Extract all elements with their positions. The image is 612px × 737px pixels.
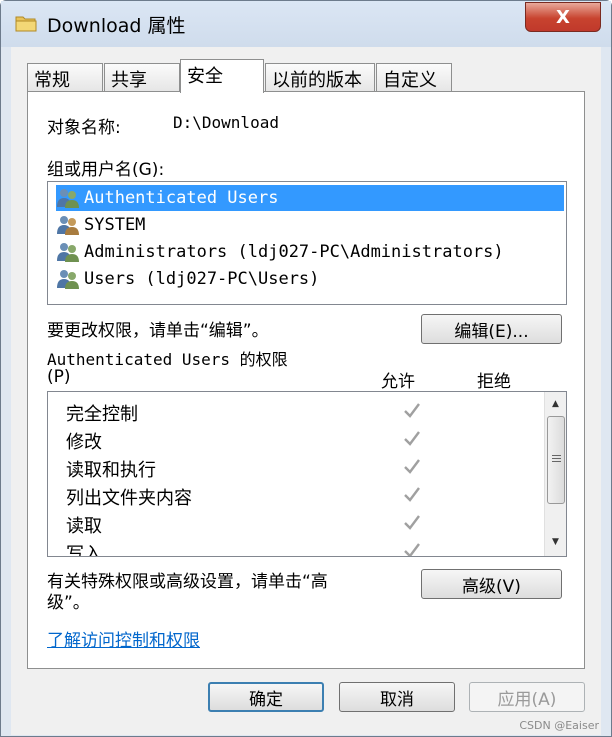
- learn-access-control-link[interactable]: 了解访问控制和权限: [47, 626, 200, 651]
- advanced-hint-line2: 级”。: [47, 593, 90, 613]
- title-bar[interactable]: Download 属性 X: [1, 1, 611, 47]
- permission-name: 列出文件夹内容: [66, 488, 192, 509]
- check-icon: [404, 431, 420, 446]
- table-row: 写入: [66, 538, 536, 557]
- object-name-label: 对象名称:: [47, 118, 121, 138]
- permissions-for-text: Authenticated Users 的权限: [47, 350, 288, 369]
- check-icon: [404, 543, 420, 556]
- permission-name: 读取: [66, 516, 102, 537]
- watermark: CSDN @Eaiser: [519, 719, 599, 732]
- user-group-icon: [57, 243, 79, 262]
- list-item[interactable]: Administrators (ldj027-PC\Administrators…: [56, 239, 564, 265]
- tab-general[interactable]: 常规: [27, 63, 103, 91]
- object-name-value: D:\Download: [173, 113, 279, 132]
- user-name: Authenticated Users: [84, 188, 279, 208]
- tab-previous-versions[interactable]: 以前的版本: [265, 63, 375, 91]
- tab-label: 常规: [34, 70, 70, 91]
- edit-button[interactable]: 编辑(E)...: [421, 314, 562, 344]
- user-name: Users (ldj027-PC\Users): [84, 269, 320, 289]
- tab-sharing[interactable]: 共享: [104, 63, 180, 91]
- list-item[interactable]: SYSTEM: [56, 212, 564, 238]
- table-row: 完全控制: [66, 398, 536, 426]
- allow-column-header: 允许: [381, 372, 415, 392]
- check-icon: [404, 403, 420, 418]
- window-title: Download 属性: [47, 15, 186, 37]
- list-item[interactable]: Users (ldj027-PC\Users): [56, 266, 564, 292]
- scroll-down-arrow-icon[interactable]: ▼: [545, 532, 566, 552]
- table-row: 读取和执行: [66, 454, 536, 482]
- tab-security[interactable]: 安全: [180, 59, 264, 93]
- tab-label: 以前的版本: [272, 70, 362, 91]
- permission-name: 完全控制: [66, 404, 138, 425]
- user-group-icon: [57, 189, 79, 208]
- user-name: Administrators (ldj027-PC\Administrators…: [84, 242, 504, 262]
- tab-customize[interactable]: 自定义: [376, 63, 452, 91]
- folder-icon: [15, 16, 37, 32]
- permissions-shortcut: (P): [47, 367, 71, 387]
- tab-label: 共享: [111, 70, 147, 91]
- table-row: 列出文件夹内容: [66, 482, 536, 510]
- tab-label: 安全: [187, 66, 223, 87]
- properties-window: Download 属性 X 常规 共享 安全 以前的版本 自定义 对象名称: D…: [0, 0, 612, 737]
- check-icon: [404, 459, 420, 474]
- advanced-button[interactable]: 高级(V): [421, 569, 562, 599]
- user-group-icon: [57, 216, 79, 235]
- deny-column-header: 拒绝: [477, 372, 511, 392]
- vertical-scrollbar[interactable]: ▲ ▼: [544, 392, 566, 556]
- tab-label: 自定义: [383, 70, 437, 91]
- table-row: 读取: [66, 510, 536, 538]
- check-icon: [404, 515, 420, 530]
- close-button[interactable]: X: [525, 2, 601, 32]
- permission-name: 写入: [66, 544, 102, 557]
- ok-button[interactable]: 确定: [208, 682, 324, 712]
- scroll-thumb[interactable]: [547, 416, 565, 504]
- change-permissions-hint: 要更改权限，请单击“编辑”。: [47, 321, 269, 341]
- table-row: 修改: [66, 426, 536, 454]
- apply-button[interactable]: 应用(A): [469, 682, 585, 712]
- close-icon: X: [556, 6, 570, 28]
- permissions-list[interactable]: 完全控制 修改 读取和执行 列出文件夹内容 读取 写入 ▲ ▼: [47, 391, 567, 557]
- user-name: SYSTEM: [84, 215, 146, 235]
- users-listbox[interactable]: Authenticated Users SYSTEM Administrator…: [47, 181, 567, 305]
- user-group-icon: [57, 270, 79, 289]
- group-users-label: 组或用户名(G):: [47, 160, 165, 180]
- cancel-button[interactable]: 取消: [339, 682, 455, 712]
- permission-name: 读取和执行: [66, 460, 156, 481]
- permission-name: 修改: [66, 432, 102, 453]
- list-item[interactable]: Authenticated Users: [56, 185, 564, 211]
- permissions-for-label: Authenticated Users 的权限: [47, 346, 288, 370]
- scroll-up-arrow-icon[interactable]: ▲: [545, 394, 566, 414]
- check-icon: [404, 487, 420, 502]
